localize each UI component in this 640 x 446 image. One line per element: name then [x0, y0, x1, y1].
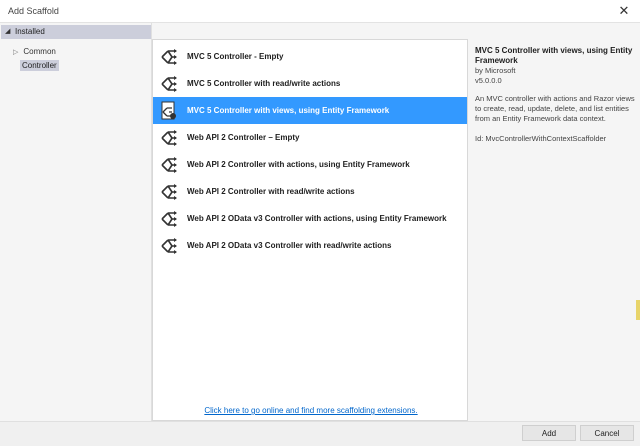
list-item-label: Web API 2 Controller with read/write act…	[187, 187, 355, 196]
scaffold-controller-icon	[161, 184, 177, 200]
list-item-label: MVC 5 Controller - Empty	[187, 52, 284, 61]
window-title: Add Scaffold	[8, 6, 59, 16]
tree-item-label: Controller	[22, 61, 57, 70]
list-item-label: MVC 5 Controller with read/write actions	[187, 79, 341, 88]
list-item[interactable]: Web API 2 Controller with actions, using…	[153, 151, 467, 178]
list-item[interactable]: Web API 2 OData v3 Controller with read/…	[153, 232, 467, 259]
details-id: Id: MvcControllerWithContextScaffolder	[475, 134, 607, 143]
background-edge-strip	[636, 300, 640, 320]
details-description: An MVC controller with actions and Razor…	[475, 94, 635, 123]
details-version: v5.0.0.0	[475, 76, 502, 85]
list-item[interactable]: MVC 5 Controller with read/write actions	[153, 70, 467, 97]
tree-item-controller[interactable]: Controller	[20, 60, 59, 71]
list-item[interactable]: MVC 5 Controller - Empty	[153, 43, 467, 70]
tree-item-common[interactable]: ▷ Common	[13, 47, 56, 56]
add-scaffold-dialog: ◢ Installed ▷ Common Controller MVC 5 Con…	[0, 23, 640, 446]
category-tree: ◢ Installed ▷ Common Controller	[1, 23, 152, 421]
scaffold-list: MVC 5 Controller - Empty MVC 5 Controlle…	[152, 39, 468, 421]
scaffold-controller-icon	[161, 211, 177, 227]
list-item[interactable]: Web API 2 Controller – Empty	[153, 124, 467, 151]
scaffold-controller-icon	[161, 157, 177, 173]
cancel-button[interactable]: Cancel	[580, 425, 634, 441]
list-item[interactable]: Web API 2 Controller with read/write act…	[153, 178, 467, 205]
list-item-selected[interactable]: MVC 5 Controller with views, using Entit…	[153, 97, 467, 124]
scaffold-controller-icon	[161, 130, 177, 146]
list-item-label: Web API 2 Controller with actions, using…	[187, 160, 410, 169]
title-bar: Add Scaffold ✕	[0, 0, 640, 23]
scaffold-controller-icon	[161, 238, 177, 254]
collapse-triangle-icon[interactable]: ◢	[5, 27, 10, 35]
details-panel: MVC 5 Controller with views, using Entit…	[475, 46, 635, 144]
expand-triangle-icon[interactable]: ▷	[13, 49, 18, 56]
add-button[interactable]: Add	[522, 425, 576, 441]
installed-header[interactable]: ◢ Installed	[1, 25, 151, 39]
online-extensions-link[interactable]: Click here to go online and find more sc…	[153, 406, 469, 415]
list-item-label: Web API 2 OData v3 Controller with read/…	[187, 241, 392, 250]
dialog-footer: Add Cancel	[0, 421, 640, 446]
details-title: MVC 5 Controller with views, using Entit…	[475, 46, 633, 65]
scaffold-controller-icon	[161, 76, 177, 92]
tree-item-label: Common	[23, 47, 56, 56]
list-item[interactable]: Web API 2 OData v3 Controller with actio…	[153, 205, 467, 232]
scaffold-controller-icon	[161, 49, 177, 65]
scaffold-controller-views-icon	[161, 101, 176, 120]
close-icon[interactable]: ✕	[616, 3, 632, 19]
list-item-label: Web API 2 OData v3 Controller with actio…	[187, 214, 447, 223]
details-author: by Microsoft	[475, 66, 516, 75]
list-item-label: Web API 2 Controller – Empty	[187, 133, 300, 142]
installed-label: Installed	[15, 27, 45, 36]
list-item-label: MVC 5 Controller with views, using Entit…	[187, 106, 390, 115]
